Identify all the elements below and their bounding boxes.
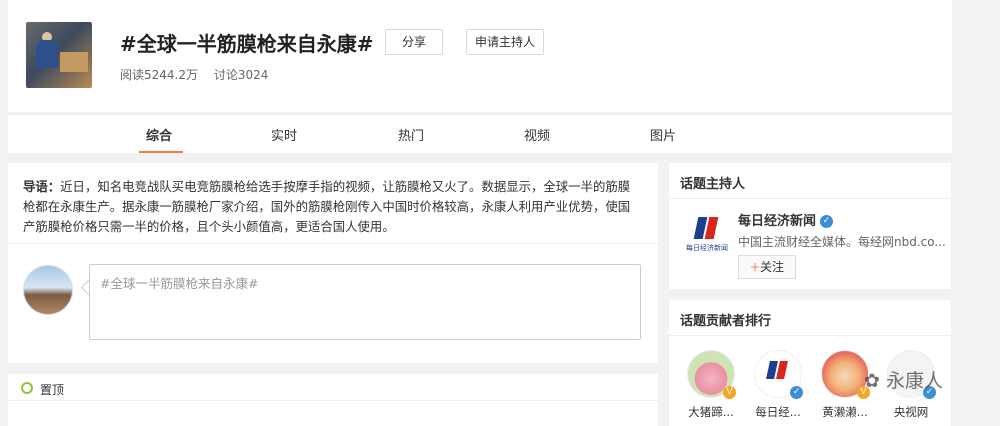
verified-icon: ✓ [820, 215, 834, 228]
lead-card: 导语：近日，知名电竞战队买电竞筋膜枪给选手按摩手指的视频，让筋膜枪又火了。数据显… [8, 163, 658, 363]
discussion-count: 讨论3024 [213, 68, 269, 82]
lead-text: 导语：近日，知名电竞战队买电竞筋膜枪给选手按摩手指的视频，让筋膜枪又火了。数据显… [23, 177, 641, 237]
lead-body: 近日，知名电竞战队买电竞筋膜枪给选手按摩手指的视频，让筋膜枪又火了。数据显示，全… [23, 179, 631, 234]
host-section-title: 话题主持人 [680, 177, 746, 192]
contributors-card: 话题贡献者排行 V 大猪蹄... ✓ 每日经... V 黄濑濑... ✓ 央视网 [669, 300, 951, 426]
topic-header: #全球一半筋膜枪来自永康# 分享 申请主持人 阅读5244.2万 讨论3024 [8, 0, 952, 112]
contributors-title: 话题贡献者排行 [680, 314, 772, 329]
contributor-avatar[interactable]: V [821, 350, 870, 399]
composer-placeholder[interactable]: #全球一半筋膜枪来自永康# [100, 273, 258, 292]
divider [669, 198, 951, 199]
topic-tabs: 综合 实时 热门 视频 图片 [8, 114, 952, 153]
topic-title: #全球一半筋膜枪来自永康# [120, 32, 374, 56]
verified-icon: V [723, 386, 736, 399]
divider [8, 400, 658, 401]
tab-images[interactable]: 图片 [650, 125, 676, 144]
host-logo[interactable]: 每日经济新闻 [682, 211, 732, 261]
tab-video[interactable]: 视频 [524, 125, 550, 144]
user-avatar[interactable] [23, 265, 73, 315]
post-composer[interactable]: #全球一半筋膜枪来自永康# [89, 264, 641, 340]
tab-realtime[interactable]: 实时 [271, 125, 297, 144]
host-name[interactable]: 每日经济新闻 ✓ [738, 210, 834, 229]
tab-hot[interactable]: 热门 [398, 125, 424, 144]
contributor-name[interactable]: 央视网 [878, 404, 944, 420]
contributor-name[interactable]: 大猪蹄... [678, 404, 744, 420]
pin-icon [21, 382, 33, 394]
apply-host-button[interactable]: 申请主持人 [466, 29, 544, 55]
active-tab-indicator [139, 151, 183, 153]
divider [8, 243, 658, 244]
lead-prefix: 导语： [23, 179, 61, 194]
follow-button[interactable]: +关注 [738, 255, 796, 279]
contributor-avatar[interactable]: ✓ [754, 350, 803, 399]
wechat-icon: ✿ [864, 370, 880, 392]
topic-host-card: 话题主持人 每日经济新闻 每日经济新闻 ✓ 中国主流财经全媒体。每经网nbd.co… [669, 163, 951, 289]
topic-thumbnail [26, 22, 92, 88]
pinned-section: 置顶 [8, 374, 658, 426]
host-description: 中国主流财经全媒体。每经网nbd.co... [738, 235, 946, 249]
read-count: 阅读5244.2万 [120, 68, 198, 82]
host-logo-text: 每日经济新闻 [686, 244, 728, 252]
share-button[interactable]: 分享 [385, 29, 443, 55]
watermark: ✿ 永康人 [864, 370, 943, 392]
contributor-item[interactable]: ✓ 每日经... [745, 350, 811, 420]
verified-icon: ✓ [790, 386, 803, 399]
plus-icon: + [749, 260, 761, 274]
tab-comprehensive[interactable]: 综合 [146, 125, 172, 144]
contributor-name[interactable]: 黄濑濑... [812, 404, 878, 420]
contributor-item[interactable]: V 大猪蹄... [678, 350, 744, 420]
topic-stats: 阅读5244.2万 讨论3024 [120, 66, 280, 83]
divider [669, 335, 951, 336]
pinned-label: 置顶 [40, 383, 65, 397]
contributor-avatar[interactable]: V [687, 350, 736, 399]
contributor-name[interactable]: 每日经... [745, 404, 811, 420]
